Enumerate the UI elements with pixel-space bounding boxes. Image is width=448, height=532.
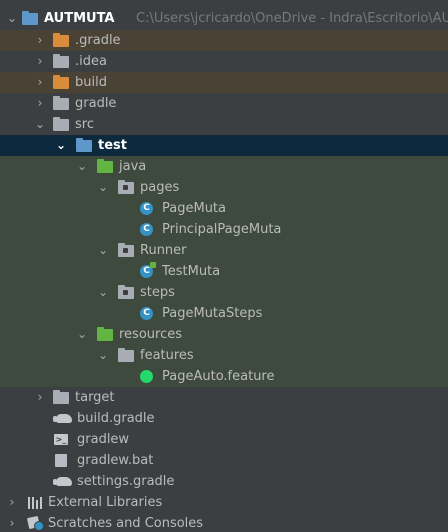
- cucumber-icon: [140, 370, 153, 383]
- tree-node-pageauto-feature[interactable]: PageAuto.feature: [0, 366, 448, 387]
- chevron-right-icon[interactable]: ›: [34, 93, 46, 114]
- terminal-icon: >_: [54, 434, 68, 445]
- tree-label: gradle: [75, 96, 117, 111]
- package-icon: [118, 180, 134, 194]
- chevron-down-icon[interactable]: ⌄: [34, 114, 46, 135]
- tree-label: target: [75, 390, 115, 405]
- tree-label: PageAuto.feature: [162, 369, 275, 384]
- module-folder-icon: [22, 11, 38, 25]
- tree-node-pagemuta[interactable]: C PageMuta: [0, 198, 448, 219]
- scratches-icon: [26, 515, 44, 531]
- libraries-icon: [28, 497, 42, 509]
- root-path: C:\Users\jcricardo\OneDrive - Indra\Escr…: [136, 11, 448, 26]
- tree-node-scratches[interactable]: › Scratches and Consoles: [0, 513, 448, 532]
- folder-icon: [118, 348, 134, 362]
- tree-label: test: [98, 138, 127, 153]
- chevron-down-icon[interactable]: ⌄: [55, 135, 67, 156]
- tree-node-settings-gradle[interactable]: settings.gradle: [0, 471, 448, 492]
- tree-node-test[interactable]: ⌄ test: [0, 135, 448, 156]
- tree-label: settings.gradle: [77, 474, 175, 489]
- chevron-down-icon[interactable]: ⌄: [97, 240, 109, 261]
- root-name: AUTMUTA: [44, 11, 115, 26]
- tree-node-gradlew[interactable]: >_ gradlew: [0, 429, 448, 450]
- package-icon: [118, 285, 134, 299]
- tree-label: .idea: [75, 54, 107, 69]
- tree-node-runner[interactable]: ⌄ Runner: [0, 240, 448, 261]
- tree-label: build.gradle: [77, 411, 155, 426]
- chevron-down-icon[interactable]: ⌄: [76, 156, 88, 177]
- java-class-icon: C: [140, 202, 153, 215]
- java-class-icon: C: [140, 307, 153, 320]
- tree-label: resources: [119, 327, 183, 342]
- chevron-down-icon[interactable]: ⌄: [76, 324, 88, 345]
- tree-label: .gradle: [75, 33, 121, 48]
- project-tree: ⌄ AUTMUTA C:\Users\jcricardo\OneDrive - …: [0, 0, 448, 532]
- tree-node-root[interactable]: ⌄ AUTMUTA C:\Users\jcricardo\OneDrive - …: [0, 8, 448, 29]
- tree-node-src[interactable]: ⌄ src: [0, 114, 448, 135]
- tree-label: Runner: [140, 243, 187, 258]
- tree-label: build: [75, 75, 107, 90]
- tree-node-target[interactable]: › target: [0, 387, 448, 408]
- tree-label: PageMutaSteps: [162, 306, 263, 321]
- tree-node-pagemutasteps[interactable]: C PageMutaSteps: [0, 303, 448, 324]
- tree-node-testmuta[interactable]: C TestMuta: [0, 261, 448, 282]
- java-class-icon: C: [140, 223, 153, 236]
- gradle-icon: [53, 477, 72, 486]
- test-sources-folder-icon: [97, 159, 113, 173]
- tree-label: PrincipalPageMuta: [162, 222, 282, 237]
- chevron-right-icon[interactable]: ›: [6, 513, 18, 532]
- tree-node-gradlew-bat[interactable]: gradlew.bat: [0, 450, 448, 471]
- chevron-right-icon[interactable]: ›: [34, 51, 46, 72]
- test-resources-folder-icon: [97, 327, 113, 341]
- folder-icon: [53, 96, 69, 110]
- tree-label: steps: [140, 285, 175, 300]
- tree-node-external-libraries[interactable]: › External Libraries: [0, 492, 448, 513]
- folder-icon: [53, 390, 69, 404]
- tree-node-java[interactable]: ⌄ java: [0, 156, 448, 177]
- folder-icon: [53, 117, 69, 131]
- tree-label: Scratches and Consoles: [48, 516, 204, 531]
- package-icon: [118, 243, 134, 257]
- tree-node-build[interactable]: › build: [0, 72, 448, 93]
- tree-node-steps[interactable]: ⌄ steps: [0, 282, 448, 303]
- chevron-down-icon[interactable]: ⌄: [97, 282, 109, 303]
- chevron-right-icon[interactable]: ›: [34, 387, 46, 408]
- tree-label: TestMuta: [162, 264, 221, 279]
- tree-node-pages[interactable]: ⌄ pages: [0, 177, 448, 198]
- text-file-icon: [55, 454, 67, 467]
- tree-node-resources[interactable]: ⌄ resources: [0, 324, 448, 345]
- chevron-down-icon[interactable]: ⌄: [97, 177, 109, 198]
- test-class-icon: C: [140, 262, 156, 278]
- tree-node-gradle[interactable]: › gradle: [0, 93, 448, 114]
- tree-label: features: [140, 348, 194, 363]
- excluded-folder-icon: [53, 33, 69, 47]
- chevron-right-icon[interactable]: ›: [6, 492, 18, 513]
- tree-label: External Libraries: [48, 495, 163, 510]
- tree-label: src: [75, 117, 94, 132]
- chevron-down-icon[interactable]: ⌄: [97, 345, 109, 366]
- gradle-icon: [53, 414, 72, 423]
- chevron-right-icon[interactable]: ›: [34, 72, 46, 93]
- tree-node-dot-gradle[interactable]: › .gradle: [0, 30, 448, 51]
- folder-icon: [53, 54, 69, 68]
- tree-node-idea[interactable]: › .idea: [0, 51, 448, 72]
- test-folder-icon: [76, 138, 92, 152]
- excluded-folder-icon: [53, 75, 69, 89]
- tree-label: PageMuta: [162, 201, 226, 216]
- chevron-down-icon[interactable]: ⌄: [6, 8, 18, 29]
- chevron-right-icon[interactable]: ›: [34, 30, 46, 51]
- tree-node-principalpagemuta[interactable]: C PrincipalPageMuta: [0, 219, 448, 240]
- tree-node-build-gradle[interactable]: build.gradle: [0, 408, 448, 429]
- tree-label: pages: [140, 180, 180, 195]
- tree-label: gradlew.bat: [77, 453, 154, 468]
- tree-node-features[interactable]: ⌄ features: [0, 345, 448, 366]
- tree-label: gradlew: [77, 432, 130, 447]
- tree-label: java: [119, 159, 147, 174]
